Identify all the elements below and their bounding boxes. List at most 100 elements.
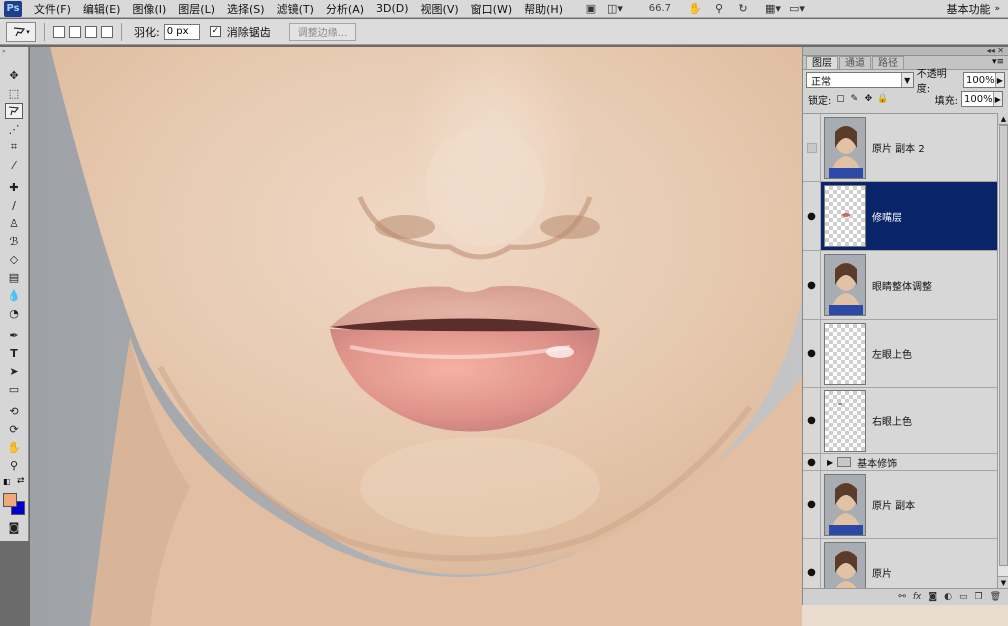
quick-mask-icon[interactable]: ◙	[5, 519, 23, 535]
scroll-down-icon[interactable]: ▼	[998, 576, 1008, 588]
visibility-toggle[interactable]: ●	[803, 320, 821, 387]
layer-group-row[interactable]: ● ▶ 基本修饰	[803, 453, 997, 471]
layer-name[interactable]: 左眼上色	[872, 346, 912, 361]
link-layers-icon[interactable]: ⚯	[898, 592, 906, 602]
zoom-tool-icon[interactable]: ⚲	[5, 457, 23, 473]
tab-channels[interactable]: 通道	[839, 56, 871, 69]
lock-pixels-icon[interactable]: ✎	[849, 94, 859, 104]
intersect-selection-icon[interactable]	[101, 25, 113, 38]
new-group-icon[interactable]: ▭	[959, 592, 968, 602]
layer-row[interactable]: 原片 副本 2	[803, 114, 997, 182]
panel-menu-icon[interactable]: ▾≡	[992, 56, 1004, 69]
menu-layer[interactable]: 图层(L)	[172, 1, 221, 17]
layer-name[interactable]: 修嘴层	[872, 209, 902, 224]
screen-mode-icon[interactable]: ▭▾	[787, 1, 807, 17]
layer-style-icon[interactable]: fx	[913, 592, 922, 602]
visibility-toggle[interactable]: ●	[803, 251, 821, 319]
lasso-tool-icon[interactable]	[5, 103, 23, 119]
document-canvas[interactable]	[30, 47, 802, 626]
clone-stamp-tool-icon[interactable]: ♙	[5, 215, 23, 231]
scroll-up-icon[interactable]: ▲	[998, 113, 1008, 125]
tool-preset-picker[interactable]: ▾	[6, 21, 36, 42]
new-selection-icon[interactable]	[53, 25, 65, 38]
menu-filter[interactable]: 滤镜(T)	[271, 1, 320, 17]
menu-3d[interactable]: 3D(D)	[370, 2, 415, 15]
layer-row-selected[interactable]: ● 修嘴层	[803, 182, 997, 251]
3d-rotate-tool-icon[interactable]: ⟲	[5, 403, 23, 419]
blur-tool-icon[interactable]: 💧	[5, 287, 23, 303]
layer-row[interactable]: ● 原片	[803, 539, 997, 588]
menu-select[interactable]: 选择(S)	[221, 1, 271, 17]
tab-paths[interactable]: 路径	[872, 56, 904, 69]
panel-collapse-strip[interactable]: ◂◂ ✕	[803, 47, 1008, 56]
layer-name[interactable]: 原片 副本 2	[872, 140, 925, 155]
scrollbar-thumb[interactable]	[999, 125, 1008, 566]
tab-layers[interactable]: 图层	[806, 56, 838, 69]
eyedropper-tool-icon[interactable]: ⁄	[5, 157, 23, 173]
layer-row[interactable]: ● 眼睛整体调整	[803, 251, 997, 320]
layer-row[interactable]: ● 原片 副本	[803, 471, 997, 539]
feather-input[interactable]	[163, 23, 200, 40]
zoom-icon[interactable]: ⚲	[709, 1, 729, 17]
shape-tool-icon[interactable]: ▭	[5, 381, 23, 397]
layer-name[interactable]: 原片	[872, 565, 892, 580]
path-selection-tool-icon[interactable]: ➤	[5, 363, 23, 379]
history-brush-tool-icon[interactable]: ℬ	[5, 233, 23, 249]
delete-layer-icon[interactable]: 🗑	[990, 592, 1001, 602]
expand-triangle-icon[interactable]: ▶	[827, 458, 833, 467]
menu-file[interactable]: 文件(F)	[28, 1, 77, 17]
marquee-tool-icon[interactable]: ⬚	[5, 85, 23, 101]
layers-scrollbar[interactable]: ▲ ▼	[997, 113, 1008, 588]
antialias-checkbox[interactable]: ✓	[209, 26, 221, 37]
menu-image[interactable]: 图像(I)	[126, 1, 172, 17]
lock-position-icon[interactable]: ✥	[863, 94, 873, 104]
add-selection-icon[interactable]	[69, 25, 81, 38]
group-name[interactable]: 基本修饰	[857, 455, 897, 470]
zoom-level[interactable]: 66.7	[635, 3, 671, 14]
visibility-toggle[interactable]: ●	[803, 539, 821, 588]
toolbox-grip[interactable]: »	[2, 49, 26, 55]
refine-edge-button[interactable]: 调整边缘...	[288, 22, 357, 41]
layer-name[interactable]: 右眼上色	[872, 413, 912, 428]
swap-colors-icon[interactable]: ⇄	[17, 476, 25, 486]
layer-row[interactable]: ● 右眼上色	[803, 388, 997, 454]
workspace-switcher[interactable]: 基本功能 »	[946, 0, 1000, 18]
menu-window[interactable]: 窗口(W)	[465, 1, 518, 17]
gradient-tool-icon[interactable]: ▤	[5, 269, 23, 285]
3d-orbit-tool-icon[interactable]: ⟳	[5, 421, 23, 437]
subtract-selection-icon[interactable]	[85, 25, 97, 38]
visibility-toggle[interactable]: ●	[803, 453, 821, 471]
visibility-toggle[interactable]: ●	[803, 182, 821, 250]
default-colors-icon[interactable]: ◧	[3, 477, 11, 486]
view-extras-icon[interactable]: ◫▾	[605, 1, 625, 17]
menu-view[interactable]: 视图(V)	[415, 1, 465, 17]
add-mask-icon[interactable]: ◙	[928, 592, 937, 602]
visibility-toggle[interactable]: ●	[803, 471, 821, 538]
menu-help[interactable]: 帮助(H)	[518, 1, 569, 17]
visibility-toggle[interactable]: ●	[803, 388, 821, 453]
menu-analysis[interactable]: 分析(A)	[320, 1, 370, 17]
hand-tool-icon[interactable]: ✋	[5, 439, 23, 455]
bridge-icon[interactable]: ▣	[581, 1, 601, 17]
type-tool-icon[interactable]: T	[5, 345, 23, 361]
lock-all-icon[interactable]: 🔒	[877, 94, 888, 104]
arrange-documents-icon[interactable]: ▦▾	[763, 1, 783, 17]
layer-name[interactable]: 原片 副本	[872, 497, 915, 512]
visibility-toggle[interactable]	[803, 114, 821, 181]
dodge-tool-icon[interactable]: ◔	[5, 305, 23, 321]
new-layer-icon[interactable]: ❐	[974, 592, 982, 602]
healing-brush-tool-icon[interactable]: ✚	[5, 179, 23, 195]
opacity-field[interactable]: 100% ▶	[963, 72, 1005, 88]
layer-name[interactable]: 眼睛整体调整	[872, 278, 932, 293]
pen-tool-icon[interactable]: ✒	[5, 327, 23, 343]
crop-tool-icon[interactable]: ⌗	[5, 139, 23, 155]
foreground-color-swatch[interactable]	[3, 493, 17, 507]
hand-icon[interactable]: ✋	[685, 1, 705, 17]
lock-transparency-icon[interactable]: ▢	[835, 94, 845, 104]
fill-field[interactable]: 100% ▶	[961, 91, 1003, 107]
menu-edit[interactable]: 编辑(E)	[77, 1, 127, 17]
move-tool-icon[interactable]: ✥	[5, 67, 23, 83]
adjustment-layer-icon[interactable]: ◐	[944, 592, 952, 602]
eraser-tool-icon[interactable]: ◇	[5, 251, 23, 267]
brush-tool-icon[interactable]: ∕	[5, 197, 23, 213]
